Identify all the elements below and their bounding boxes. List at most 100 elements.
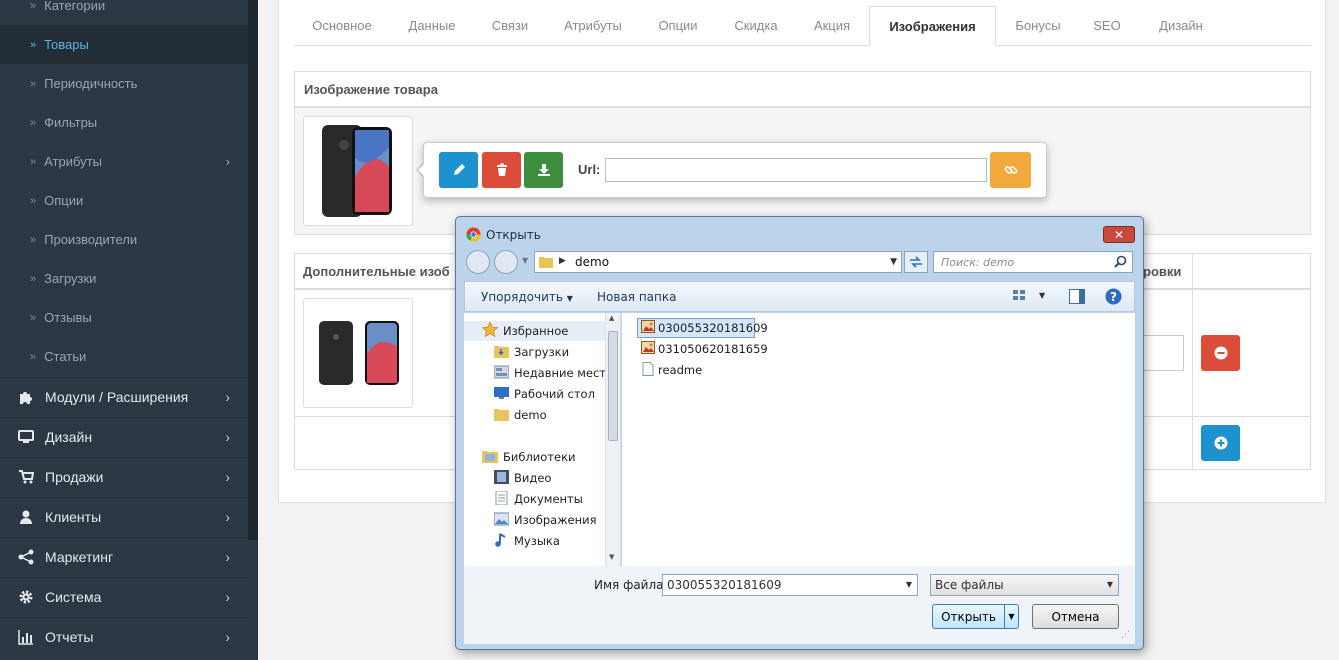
refresh-button[interactable] [904,251,928,273]
sidebar-scrollbar[interactable] [248,0,258,540]
sidebar-item-marketing[interactable]: Маркетинг › [0,537,248,576]
view-options-icon[interactable] [1013,290,1029,308]
tab-bonuses[interactable]: Бонусы [996,6,1080,46]
puzzle-icon [18,389,34,405]
sidebar-item-attributes[interactable]: » Атрибуты › [0,142,248,181]
file-type-select[interactable]: Все файлы ▼ [930,574,1119,596]
nav-video[interactable]: Видео [494,468,551,488]
filename-dropdown-icon[interactable]: ▼ [906,580,912,589]
nav-libraries[interactable]: Библиотеки [482,447,576,467]
back-button[interactable] [466,250,490,274]
nav-demo[interactable]: demo [494,405,547,425]
sidebar-item-reviews[interactable]: » Отзывы [0,298,248,337]
product-image-thumbnail[interactable] [303,116,413,226]
tab-special[interactable]: Акция [796,6,868,46]
header-additional-images: Дополнительные изоб [303,264,450,279]
minus-circle-icon [1214,346,1227,360]
open-button[interactable]: Открыть ▼ [932,604,1019,629]
sidebar-item-label: Опции [44,193,84,208]
tab-design[interactable]: Дизайн [1134,6,1228,46]
tab-discount[interactable]: Скидка [716,6,796,46]
sidebar-item-customers[interactable]: Клиенты › [0,497,248,536]
link-button[interactable] [990,152,1031,188]
download-button[interactable] [524,152,563,188]
nav-favorites[interactable]: Избранное [464,321,608,341]
organize-button[interactable]: Упорядочить ▼ [481,290,573,304]
sort-order-input[interactable] [1140,335,1184,371]
nav-scrollbar[interactable]: ▲ ▼ [605,313,620,566]
file-item[interactable]: 031050620181659 [641,339,768,359]
cancel-button[interactable]: Отмена [1032,604,1119,629]
search-input[interactable]: Поиск: demo [933,251,1133,273]
file-item-selected[interactable]: 030055320181609 [637,318,768,338]
tab-attributes[interactable]: Атрибуты [546,6,640,46]
sidebar-item-label: Фильтры [44,115,98,130]
tab-general[interactable]: Основное [294,6,390,46]
nav-desktop[interactable]: Рабочий стол [494,384,595,404]
new-folder-button[interactable]: Новая папка [597,290,676,304]
refresh-icon [910,256,922,268]
libraries-icon [482,449,498,466]
column-divider [1192,254,1193,469]
filename-input[interactable]: 030055320181609 ▼ [662,574,918,596]
header-sort-order: ровки [1143,264,1182,279]
sidebar-item-design[interactable]: Дизайн › [0,417,248,456]
close-button[interactable]: ✕ [1103,226,1135,243]
help-icon[interactable]: ? [1105,288,1122,309]
user-icon [18,509,34,525]
sidebar-item-modules[interactable]: Модули / Расширения › [0,377,248,416]
close-icon: ✕ [1113,227,1125,242]
tab-data[interactable]: Данные [390,6,474,46]
gear-icon [18,589,34,605]
nav-downloads[interactable]: Загрузки [494,342,569,362]
address-dropdown-icon[interactable]: ▼ [890,257,897,267]
tab-bar: Основное Данные Связи Атрибуты Опции Ски… [294,6,1311,46]
open-split-dropdown-icon[interactable]: ▼ [1004,605,1018,628]
sidebar-item-reports[interactable]: Отчеты › [0,617,248,656]
music-icon [494,532,509,550]
recent-places-icon [493,365,510,382]
sidebar-item-periodicity[interactable]: » Периодичность [0,64,248,103]
additional-image-thumbnail[interactable] [303,298,413,408]
sidebar-item-filters[interactable]: » Фильтры [0,103,248,142]
delete-button[interactable] [482,152,521,188]
scroll-up-icon[interactable]: ▲ [609,314,614,322]
nav-recent[interactable]: Недавние места [493,363,613,383]
history-dropdown-icon[interactable]: ▼ [522,256,528,265]
view-dropdown-icon[interactable]: ▼ [1039,291,1045,300]
dialog-toolbar: Упорядочить ▼ Новая папка ▼ ? [464,281,1135,312]
address-bar[interactable]: ▶ demo ▼ [534,251,902,273]
double-chevron-icon: » [30,272,37,285]
edit-button[interactable] [439,152,478,188]
scroll-down-icon[interactable]: ▼ [609,553,614,561]
remove-image-button[interactable] [1201,335,1240,371]
sidebar-item-downloads[interactable]: » Загрузки [0,259,248,298]
url-input[interactable] [605,158,987,182]
documents-icon [494,490,509,508]
sidebar-item-sales[interactable]: Продажи › [0,457,248,496]
tab-images[interactable]: Изображения [869,6,996,46]
add-image-button[interactable] [1201,425,1240,461]
sidebar-item-label: Производители [44,232,138,247]
sidebar-item-manufacturers[interactable]: » Производители [0,220,248,259]
tab-links[interactable]: Связи [474,6,546,46]
sidebar-item-system[interactable]: Система › [0,577,248,616]
nav-item-label: Видео [514,471,552,485]
nav-music[interactable]: Музыка [494,531,560,551]
sidebar-item-products[interactable]: » Товары [0,25,248,64]
sidebar-item-label: Маркетинг [45,549,114,565]
forward-button[interactable] [494,250,518,274]
nav-scrollbar-thumb[interactable] [608,331,618,441]
sidebar-item-options[interactable]: » Опции [0,181,248,220]
tab-seo[interactable]: SEO [1080,6,1134,46]
nav-pictures[interactable]: Изображения [493,510,597,530]
nav-item-label: Документы [514,492,583,506]
double-chevron-icon: » [30,116,37,129]
nav-documents[interactable]: Документы [494,489,583,509]
sidebar-item-categories[interactable]: » Категории [0,0,248,25]
file-item[interactable]: readme [641,360,702,380]
tab-options[interactable]: Опции [640,6,716,46]
preview-pane-icon[interactable] [1069,289,1085,308]
sidebar-item-articles[interactable]: » Статьи [0,337,248,376]
resize-grip-icon[interactable]: ⋰ [1121,630,1130,640]
